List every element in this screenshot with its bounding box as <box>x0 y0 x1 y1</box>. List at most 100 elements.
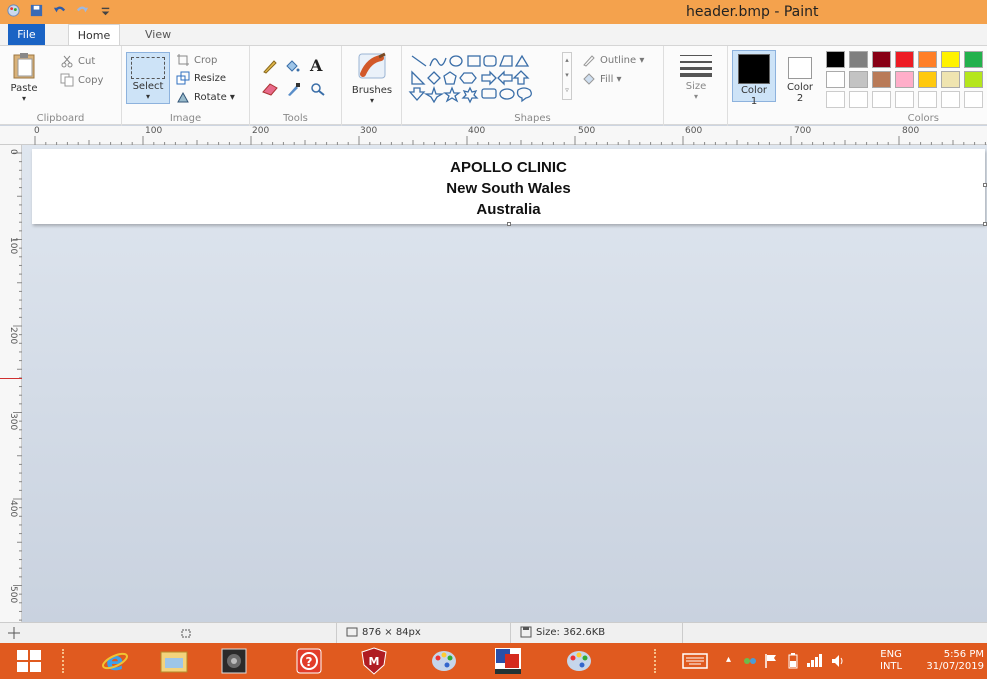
fill-bucket-icon[interactable] <box>284 58 300 74</box>
color-swatch[interactable] <box>872 71 891 88</box>
ruler-v-label: 300 <box>8 413 18 431</box>
taskbar-file-explorer[interactable] <box>155 646 193 676</box>
crop-button[interactable]: Crop <box>176 51 217 69</box>
taskbar-photo-app[interactable] <box>215 646 253 676</box>
color-swatch[interactable] <box>964 91 983 108</box>
cut-button[interactable]: Cut <box>60 52 95 70</box>
taskbar-mcafee[interactable]: M <box>355 646 393 676</box>
shapes-gallery[interactable] <box>408 52 558 104</box>
windows-logo-icon <box>17 650 41 672</box>
fill-icon <box>583 73 595 85</box>
paint-app-icon[interactable] <box>6 3 21 18</box>
canvas-text-line2: New South Wales <box>446 180 571 197</box>
ruler-h-label: 300 <box>360 126 378 136</box>
color-swatch[interactable] <box>849 51 868 68</box>
photo-app-icon <box>221 648 247 674</box>
color-swatch[interactable] <box>826 51 845 68</box>
color-swatch[interactable] <box>964 71 983 88</box>
clock[interactable]: 5:56 PM 31/07/2019 <box>926 649 984 673</box>
copy-button[interactable]: Copy <box>60 71 103 89</box>
fill-button[interactable]: Fill ▾ <box>582 70 622 88</box>
resize-handle-right[interactable] <box>983 183 987 187</box>
taskbar-proms[interactable] <box>489 646 527 676</box>
drawing-canvas[interactable]: APOLLO CLINIC New South Wales Australia <box>32 149 985 224</box>
color1-button[interactable]: Color 1 <box>732 50 776 107</box>
tab-view[interactable]: View <box>133 24 183 45</box>
color-swatch[interactable] <box>895 71 914 88</box>
brushes-button[interactable]: Brushes ▾ <box>346 50 398 105</box>
file-explorer-icon <box>160 651 188 673</box>
resize-handle-corner[interactable] <box>983 222 987 226</box>
color-swatch[interactable] <box>918 91 937 108</box>
canvas-workspace[interactable]: APOLLO CLINIC New South Wales Australia <box>22 145 987 622</box>
image-dimensions: 876 × 84px <box>346 626 421 638</box>
signal-icon[interactable] <box>806 653 824 667</box>
color-swatch[interactable] <box>872 51 891 68</box>
redo-icon[interactable] <box>75 3 90 18</box>
color-swatch[interactable] <box>849 71 868 88</box>
resize-handle-bottom[interactable] <box>507 222 511 226</box>
undo-icon[interactable] <box>52 3 67 18</box>
save-icon[interactable] <box>29 3 44 18</box>
taskbar-grip <box>654 649 660 673</box>
color-swatch[interactable] <box>941 71 960 88</box>
color2-button[interactable]: Color 2 <box>780 50 820 104</box>
color-swatch[interactable] <box>826 71 845 88</box>
clipboard-group-label: Clipboard <box>36 113 85 124</box>
color-swatch[interactable] <box>918 51 937 68</box>
color-swatch[interactable] <box>941 51 960 68</box>
tab-home[interactable]: Home <box>68 24 120 45</box>
magnifier-icon[interactable] <box>310 82 326 96</box>
flag-icon[interactable] <box>764 653 778 669</box>
resize-button[interactable]: Resize <box>176 69 226 87</box>
resize-icon <box>176 71 190 85</box>
paste-button[interactable]: Paste ▾ <box>6 50 42 103</box>
clock-time: 5:56 PM <box>943 649 984 660</box>
shapes-group: ▴ ▾ ▿ Outline ▾ Fill ▾ Shapes <box>402 46 664 126</box>
internet-explorer-icon: e <box>102 647 128 675</box>
taskbar-paint-2[interactable] <box>560 646 598 676</box>
rotate-button[interactable]: Rotate ▾ <box>176 88 235 106</box>
disk-icon <box>520 626 532 638</box>
taskbar-help-app[interactable]: ? <box>290 646 328 676</box>
size-button[interactable]: Size ▾ <box>674 52 718 101</box>
color-swatch[interactable] <box>849 91 868 108</box>
colors-group: Colors <box>822 46 987 126</box>
show-hidden-icons[interactable]: ▴ <box>726 654 731 665</box>
color-swatch[interactable] <box>872 91 891 108</box>
outline-button[interactable]: Outline ▾ <box>582 51 644 69</box>
touch-keyboard-button[interactable] <box>676 646 714 676</box>
ribbon: Paste ▾ Cut Copy Clipboard Select ▾ Crop… <box>0 45 987 126</box>
image-group: Select ▾ Crop Resize Rotate ▾ Image <box>122 46 250 126</box>
battery-icon[interactable] <box>786 653 800 669</box>
color-swatch[interactable] <box>895 51 914 68</box>
taskbar-internet-explorer[interactable]: e <box>96 646 134 676</box>
cut-label: Cut <box>78 55 96 67</box>
customize-qat-icon[interactable] <box>98 3 113 18</box>
language-indicator[interactable]: ENG INTL <box>880 649 902 673</box>
shapes-scroll[interactable]: ▴ ▾ ▿ <box>562 52 572 100</box>
taskbar-paint-1[interactable] <box>425 646 463 676</box>
color-swatch[interactable] <box>941 91 960 108</box>
select-button[interactable]: Select ▾ <box>126 52 170 104</box>
keyboard-layout: INTL <box>880 661 903 672</box>
color-swatch[interactable] <box>826 91 845 108</box>
eraser-icon[interactable] <box>262 82 278 96</box>
rotate-icon <box>177 91 189 103</box>
color-picker-icon[interactable] <box>286 82 302 96</box>
svg-text:M: M <box>369 655 380 668</box>
canvas-text-line3: Australia <box>476 201 541 218</box>
color-swatch[interactable] <box>964 51 983 68</box>
start-button[interactable] <box>10 646 48 676</box>
paste-label: Paste <box>10 83 38 94</box>
color1-num: 1 <box>750 96 758 107</box>
text-tool-icon[interactable]: A <box>310 56 322 75</box>
ruler-v-label: 200 <box>8 327 18 345</box>
tab-file[interactable]: File <box>8 24 45 45</box>
volume-icon[interactable] <box>830 653 846 669</box>
color-swatch[interactable] <box>918 71 937 88</box>
scissors-icon <box>61 55 73 68</box>
pencil-icon[interactable] <box>262 58 278 74</box>
color-swatch[interactable] <box>895 91 914 108</box>
network-share-icon[interactable] <box>742 653 758 669</box>
